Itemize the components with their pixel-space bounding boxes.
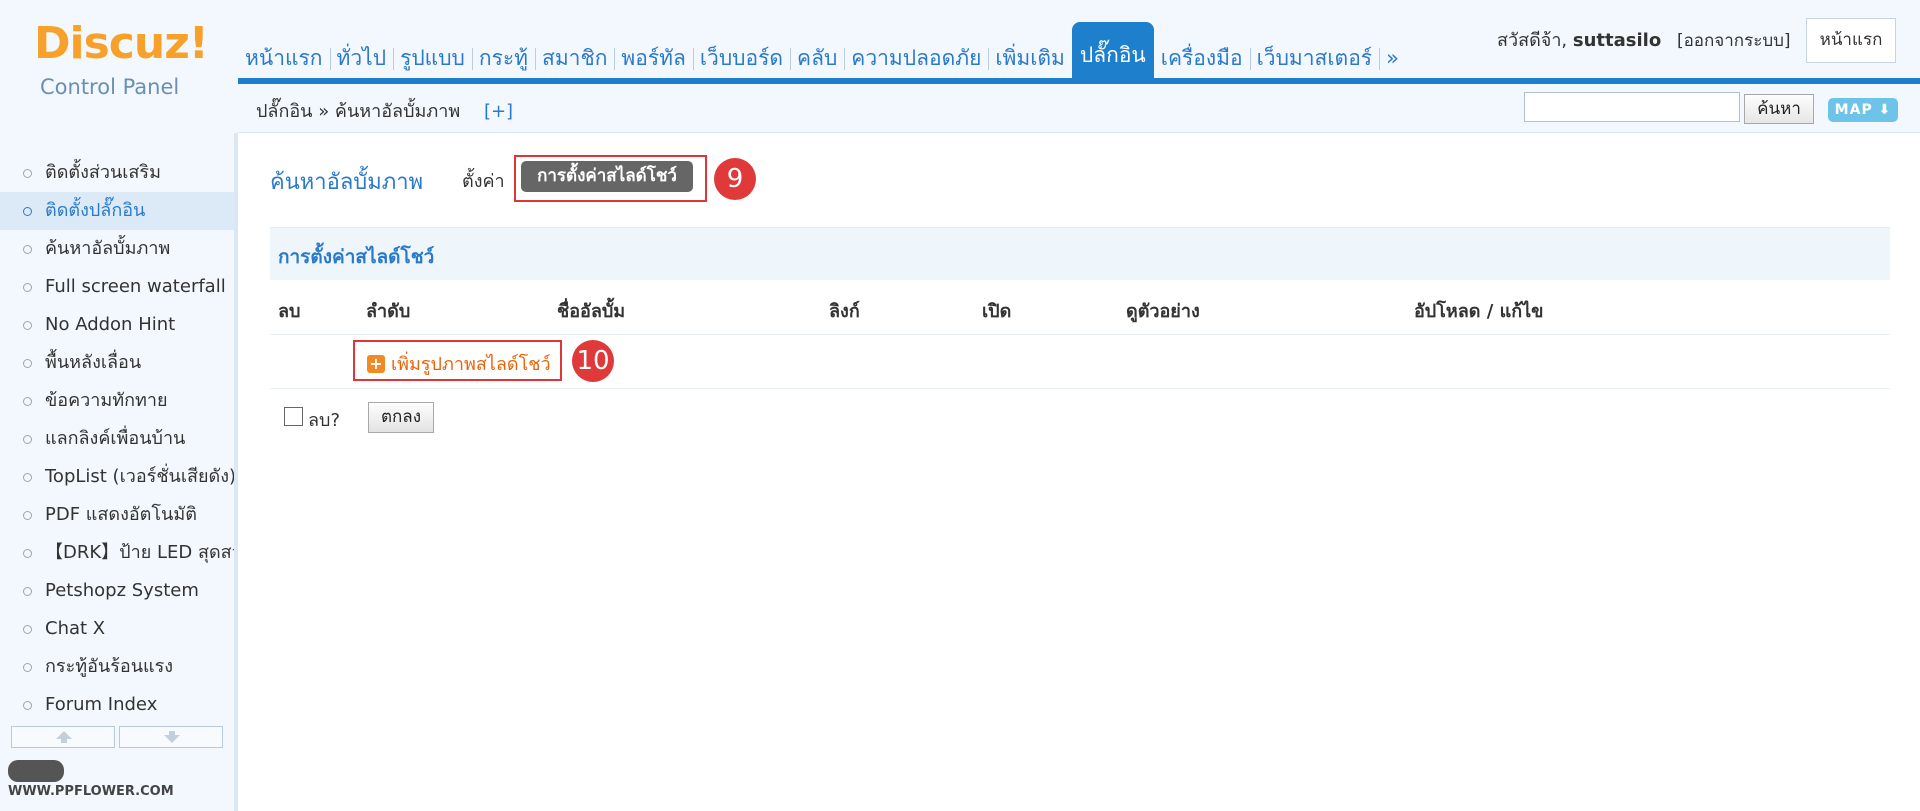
- sidebar-item-addons[interactable]: ติดตั้งส่วนเสริม: [0, 154, 234, 192]
- row-divider: [270, 334, 1890, 335]
- tab-general[interactable]: ทั่วไป: [329, 36, 394, 80]
- sidebar-item-scroll-bg[interactable]: พื้นหลังเลื่อน: [0, 344, 234, 382]
- tab-security[interactable]: ความปลอดภัย: [844, 36, 988, 80]
- annotation-box-9: [514, 155, 707, 202]
- home-button[interactable]: หน้าแรก: [1806, 18, 1896, 63]
- sidebar-item-forum-index[interactable]: Forum Index: [0, 686, 234, 724]
- logout-link[interactable]: [ออกจากระบบ]: [1677, 31, 1791, 51]
- arrow-down-icon: [164, 731, 180, 743]
- watermark: WWW.PPFLOWER.COM: [8, 760, 218, 804]
- sidebar-scroll-up-button[interactable]: [11, 726, 115, 748]
- map-button-label: MAP: [1834, 102, 1873, 118]
- breadcrumb-path: ปลั๊กอิน » ค้นหาอัลบั้มภาพ: [256, 101, 461, 122]
- tab-style[interactable]: รูปแบบ: [393, 36, 472, 80]
- sidebar-item-install-plugin[interactable]: ติดตั้งปลั๊กอิน: [0, 192, 234, 230]
- sidebar-item-link-exchange[interactable]: แลกลิงค์เพื่อนบ้าน: [0, 420, 234, 458]
- section-header: การตั้งค่าสไลด์โชว์: [270, 227, 1890, 280]
- tab-portal[interactable]: พอร์ทัล: [614, 36, 692, 80]
- main-nav: หน้าแรก ทั่วไป รูปแบบ กระทู้ สมาชิก พอร์…: [238, 20, 1406, 80]
- sidebar-item-no-addon-hint[interactable]: No Addon Hint: [0, 306, 234, 344]
- watermark-text: WWW.PPFLOWER.COM: [8, 784, 174, 799]
- sidebar-item-toplist[interactable]: TopList (เวอร์ชั่นเสียดัง): [0, 458, 234, 496]
- annotation-box-10: [353, 340, 562, 381]
- arrow-down-icon: ⬇: [1878, 102, 1892, 118]
- sidebar-item-pdf[interactable]: PDF แสดงอัตโนมัติ: [0, 496, 234, 534]
- annotation-badge-10: 10: [572, 340, 614, 382]
- search-input[interactable]: [1524, 92, 1740, 122]
- breadcrumb: ปลั๊กอิน » ค้นหาอัลบั้มภาพ [+]: [256, 96, 513, 125]
- page-title: ค้นหาอัลบั้มภาพ: [270, 170, 424, 195]
- col-delete: ลบ: [278, 301, 301, 322]
- sidebar-item-greeting[interactable]: ข้อความทักทาย: [0, 382, 234, 420]
- delete-checkbox[interactable]: [284, 407, 303, 426]
- section-title: การตั้งค่าสไลด์โชว์: [278, 246, 435, 268]
- tab-forums[interactable]: เว็บบอร์ด: [692, 36, 790, 80]
- annotation-badge-9: 9: [714, 158, 756, 200]
- logo-subtitle: Control Panel: [40, 75, 180, 99]
- tab-home[interactable]: หน้าแรก: [238, 36, 330, 80]
- row-divider: [270, 388, 1890, 389]
- tab-webmaster[interactable]: เว็บมาสเตอร์: [1249, 36, 1379, 80]
- col-preview: ดูตัวอย่าง: [1126, 301, 1200, 322]
- greeting: สวัสดีจ้า,: [1497, 30, 1568, 51]
- search-button[interactable]: ค้นหา: [1744, 94, 1814, 124]
- sidebar-scroll-down-button[interactable]: [119, 726, 223, 748]
- col-upload-edit: อัปโหลด / แก้ไข: [1414, 301, 1544, 322]
- arrow-up-icon: [56, 731, 72, 743]
- sidebar-item-petshopz[interactable]: Petshopz System: [0, 572, 234, 610]
- tab-more-chevron[interactable]: »: [1379, 36, 1406, 80]
- breadcrumb-bar: ปลั๊กอิน » ค้นหาอัลบั้มภาพ [+] ค้นหา MAP…: [238, 84, 1920, 133]
- tab-plugins[interactable]: ปลั๊กอิน: [1071, 22, 1154, 80]
- discuz-logo[interactable]: Discuz! Control Panel: [0, 0, 238, 133]
- tab-threads[interactable]: กระทู้: [471, 36, 535, 80]
- col-link: ลิงก์: [829, 301, 860, 322]
- tab-extra[interactable]: เพิ่มเติม: [988, 36, 1072, 80]
- tab-members[interactable]: สมาชิก: [535, 36, 614, 80]
- delete-label: ลบ?: [308, 410, 341, 431]
- sidebar-item-waterfall[interactable]: Full screen waterfall: [0, 268, 234, 306]
- sidebar-item-album-search[interactable]: ค้นหาอัลบั้มภาพ: [0, 230, 234, 268]
- tab-tools[interactable]: เครื่องมือ: [1154, 36, 1250, 80]
- tab-club[interactable]: คลับ: [790, 36, 844, 80]
- sidebar-item-led-sign[interactable]: 【DRK】ป้าย LED สุดสวย: [0, 534, 234, 572]
- settings-link[interactable]: ตั้งค่า: [462, 166, 505, 195]
- sidebar: ติดตั้งส่วนเสริม ติดตั้งปลั๊กอิน ค้นหาอั…: [0, 133, 238, 811]
- ok-button[interactable]: ตกลง: [368, 402, 434, 433]
- sidebar-item-chat-x[interactable]: Chat X: [0, 610, 234, 648]
- col-open: เปิด: [982, 301, 1012, 322]
- logo-brand: Discuz!: [34, 18, 209, 69]
- user-info: สวัสดีจ้า, suttasilo [ออกจากระบบ]: [1497, 26, 1791, 56]
- col-order: ลำดับ: [366, 301, 411, 322]
- map-button[interactable]: MAP ⬇: [1828, 98, 1898, 122]
- username: suttasilo: [1572, 30, 1662, 51]
- header: Discuz! Control Panel หน้าแรก ทั่วไป รูป…: [0, 0, 1920, 133]
- sidebar-item-hot-threads[interactable]: กระทู้อันร้อนแรง: [0, 648, 234, 686]
- add-shortcut-link[interactable]: [+]: [484, 101, 513, 122]
- col-album-name: ชื่ออัลบั้ม: [557, 301, 626, 322]
- watermark-logo-icon: [8, 760, 64, 782]
